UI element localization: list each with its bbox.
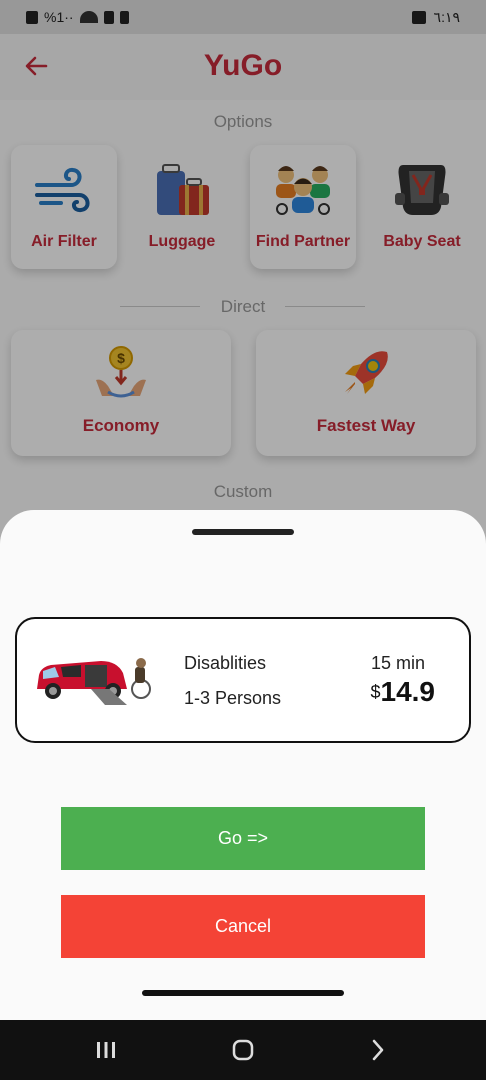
recent-apps-icon[interactable] [91,1035,121,1065]
go-button[interactable]: Go => [61,807,425,870]
system-nav-bar [0,1020,486,1080]
ride-eta: 15 min [370,653,425,673]
ride-capacity: 1-3 Persons [184,688,282,708]
accessible-van-image [31,649,157,711]
cancel-button[interactable]: Cancel [61,895,425,958]
ride-option-card[interactable]: Disablities 1-3 Persons 15 min $14.9 [15,617,471,743]
sheet-drag-handle[interactable] [192,529,294,535]
back-nav-icon[interactable] [363,1035,393,1065]
ride-type: Disablities [184,653,267,673]
bottom-sheet: Disablities 1-3 Persons 15 min $14.9 Go … [0,510,486,1020]
price-value: 14.9 [380,676,436,707]
price-currency: $ [370,682,381,702]
home-icon[interactable] [228,1035,258,1065]
home-indicator [142,990,344,996]
ride-price: $14.9 [370,676,435,708]
